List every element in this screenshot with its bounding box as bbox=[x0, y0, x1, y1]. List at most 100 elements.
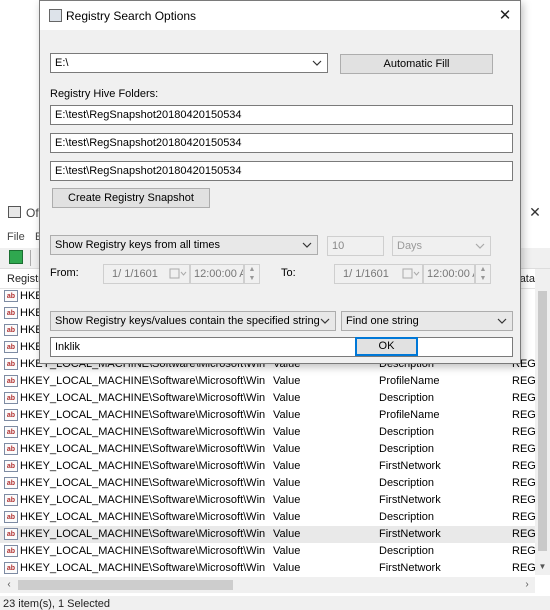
status-bar: 23 item(s), 1 Selected bbox=[0, 596, 550, 610]
row-key: HKEY_LOCAL_MACHINE\Software\Microsoft\Wi… bbox=[20, 409, 265, 421]
registry-string-icon: ab bbox=[4, 443, 18, 455]
row-name: Description bbox=[379, 477, 435, 489]
row-type: Value bbox=[273, 443, 301, 455]
automatic-fill-button[interactable]: Automatic Fill bbox=[340, 54, 493, 74]
table-row[interactable]: ab HKEY_LOCAL_MACHINE\Software\Microsoft\… bbox=[0, 492, 535, 509]
dropdown-arrow-icon bbox=[312, 60, 322, 66]
dropdown-arrow-icon bbox=[320, 318, 330, 324]
registry-string-icon: ab bbox=[4, 494, 18, 506]
table-row[interactable]: ab HKEY_LOCAL_MACHINE\Software\Microsoft\… bbox=[0, 560, 535, 576]
row-key: HKEY_LOCAL_MACHINE\Software\Microsoft\Wi… bbox=[20, 375, 265, 387]
row-data: REG_S bbox=[512, 443, 535, 455]
row-type: Value bbox=[273, 409, 301, 421]
find-mode-combo[interactable]: Find one string bbox=[341, 311, 513, 331]
calendar-icon bbox=[169, 268, 187, 279]
table-row[interactable]: ab HKEY_LOCAL_MACHINE\Software\Microsoft\… bbox=[0, 509, 535, 526]
scroll-left-icon[interactable]: ‹ bbox=[2, 577, 16, 593]
table-row[interactable]: ab HKEY_LOCAL_MACHINE\Software\Microsoft\… bbox=[0, 458, 535, 475]
vertical-scrollbar[interactable]: ▼ bbox=[535, 269, 550, 575]
main-window-title: Of bbox=[26, 206, 39, 220]
status-text: 23 item(s), 1 Selected bbox=[3, 598, 110, 610]
row-name: FirstNetwork bbox=[379, 528, 441, 540]
horizontal-scrollbar[interactable]: ‹ › bbox=[0, 577, 535, 593]
spin-down-icon[interactable]: ▼ bbox=[479, 275, 487, 283]
drive-combo[interactable]: E:\ bbox=[50, 53, 328, 73]
spin-up-icon[interactable]: ▲ bbox=[248, 266, 256, 274]
row-key: HKEY_LOCAL_MACHINE\Software\Microsoft\Wi… bbox=[20, 426, 265, 438]
time-unit-combo[interactable]: Days bbox=[392, 236, 491, 256]
time-count-value: 10 bbox=[332, 240, 345, 252]
hive-folder-2-value: E:\test\RegSnapshot20180420150534 bbox=[55, 137, 242, 149]
hive-folder-field-3[interactable]: E:\test\RegSnapshot20180420150534 bbox=[50, 161, 513, 181]
table-row[interactable]: ab HKEY_LOCAL_MACHINE\Software\Microsoft\… bbox=[0, 424, 535, 441]
registry-string-icon: ab bbox=[4, 341, 18, 353]
row-data: REG_S bbox=[512, 528, 535, 540]
ok-button[interactable]: OK bbox=[355, 337, 418, 356]
time-filter-combo[interactable]: Show Registry keys from all times bbox=[50, 235, 318, 255]
row-data: REG_S bbox=[512, 494, 535, 506]
registry-string-icon: ab bbox=[4, 375, 18, 387]
table-row[interactable]: ab HKEY_LOCAL_MACHINE\Software\Microsoft\… bbox=[0, 407, 535, 424]
registry-string-icon: ab bbox=[4, 545, 18, 557]
from-date-picker[interactable]: 1/ 1/1601 bbox=[103, 264, 190, 284]
row-data: REG_S bbox=[512, 477, 535, 489]
close-icon[interactable]: ✕ bbox=[492, 5, 518, 27]
registry-search-options-dialog: Registry Search Options ✕ E:\ Automatic … bbox=[39, 0, 521, 364]
row-type: Value bbox=[273, 545, 301, 557]
row-key: HKEY_LOCAL_MACHINE\Software\Microsoft\Wi… bbox=[20, 545, 265, 557]
hive-folder-field-1[interactable]: E:\test\RegSnapshot20180420150534 bbox=[50, 105, 513, 125]
to-time-spinner[interactable]: ▲ ▼ bbox=[475, 264, 491, 284]
dropdown-arrow-icon bbox=[497, 318, 507, 324]
row-key: HKEY_LOCAL_MACHINE\Software\Microsoft\Wi… bbox=[20, 392, 265, 404]
horizontal-scroll-thumb[interactable] bbox=[18, 580, 233, 590]
to-label: To: bbox=[281, 267, 296, 279]
table-row[interactable]: ab HKEY_LOCAL_MACHINE\Software\Microsoft\… bbox=[0, 373, 535, 390]
table-row[interactable]: ab HKEY_LOCAL_MACHINE\Software\Microsoft\… bbox=[0, 543, 535, 560]
from-time-field[interactable]: 12:00:00 AM bbox=[190, 264, 244, 284]
scroll-right-icon[interactable]: › bbox=[520, 577, 534, 593]
search-text-field[interactable]: Inklik bbox=[50, 337, 513, 357]
row-data: REG_S bbox=[512, 511, 535, 523]
row-type: Value bbox=[273, 494, 301, 506]
hive-folder-field-2[interactable]: E:\test\RegSnapshot20180420150534 bbox=[50, 133, 513, 153]
row-name: ProfileName bbox=[379, 375, 440, 387]
spin-down-icon[interactable]: ▼ bbox=[248, 275, 256, 283]
table-row[interactable]: ab HKEY_LOCAL_MACHINE\Software\Microsoft\… bbox=[0, 390, 535, 407]
time-filter-value: Show Registry keys from all times bbox=[55, 239, 221, 251]
table-row[interactable]: ab HKEY_LOCAL_MACHINE\Software\Microsoft\… bbox=[0, 441, 535, 458]
table-row[interactable]: ab HKEY_LOCAL_MACHINE\Software\Microsoft\… bbox=[0, 526, 535, 543]
row-data: REG_S bbox=[512, 409, 535, 421]
row-data: REG_S bbox=[512, 375, 535, 387]
registry-string-icon: ab bbox=[4, 290, 18, 302]
row-key: HKEY_LOCAL_MACHINE\Software\Microsoft\Wi… bbox=[20, 528, 265, 540]
add-icon[interactable] bbox=[9, 250, 23, 264]
row-name: Description bbox=[379, 426, 435, 438]
from-time-spinner[interactable]: ▲ ▼ bbox=[244, 264, 260, 284]
hive-folder-1-value: E:\test\RegSnapshot20180420150534 bbox=[55, 109, 242, 121]
menu-file[interactable]: File bbox=[7, 231, 25, 243]
from-date-value: 1/ 1/1601 bbox=[112, 268, 158, 280]
registry-string-icon: ab bbox=[4, 324, 18, 336]
spin-up-icon[interactable]: ▲ bbox=[479, 266, 487, 274]
main-close-icon[interactable]: ✕ bbox=[524, 202, 546, 222]
string-filter-combo[interactable]: Show Registry keys/values contain the sp… bbox=[50, 311, 336, 331]
find-mode-value: Find one string bbox=[346, 315, 419, 327]
calendar-icon bbox=[402, 268, 420, 279]
search-text-value: Inklik bbox=[55, 341, 81, 353]
time-count-field[interactable]: 10 bbox=[327, 236, 384, 256]
row-name: FirstNetwork bbox=[379, 460, 441, 472]
row-data: REG_S bbox=[512, 545, 535, 557]
row-type: Value bbox=[273, 460, 301, 472]
row-name: FirstNetwork bbox=[379, 562, 441, 574]
app-icon bbox=[8, 206, 21, 218]
scroll-down-icon[interactable]: ▼ bbox=[535, 559, 550, 574]
row-key: HKEY_LOCAL_MACHINE\Software\Microsoft\Wi… bbox=[20, 460, 265, 472]
row-type: Value bbox=[273, 426, 301, 438]
row-key: HKEY_LOCAL_MACHINE\Software\Microsoft\Wi… bbox=[20, 562, 265, 574]
to-date-picker[interactable]: 1/ 1/1601 bbox=[334, 264, 423, 284]
table-row[interactable]: ab HKEY_LOCAL_MACHINE\Software\Microsoft\… bbox=[0, 475, 535, 492]
vertical-scroll-thumb[interactable] bbox=[538, 291, 547, 551]
create-snapshot-button[interactable]: Create Registry Snapshot bbox=[52, 188, 210, 208]
to-date-value: 1/ 1/1601 bbox=[343, 268, 389, 280]
to-time-field[interactable]: 12:00:00 AM bbox=[423, 264, 475, 284]
